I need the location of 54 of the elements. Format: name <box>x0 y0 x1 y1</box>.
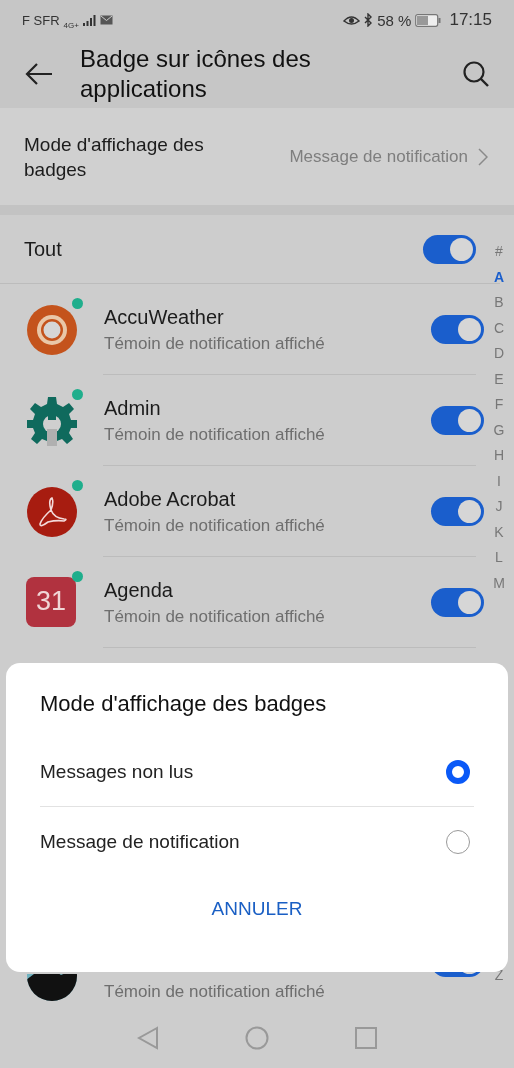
index-letter[interactable]: J <box>495 494 503 520</box>
toggle-switch[interactable] <box>431 315 484 344</box>
app-name: Agenda <box>104 578 174 602</box>
acrobat-icon <box>26 485 78 538</box>
app-subtitle: Témoin de notification affiché <box>104 515 326 536</box>
index-letter[interactable]: F <box>494 392 504 418</box>
app-name: AccuWeather <box>104 305 225 329</box>
display-mode-label: Mode d'affichage des badges <box>24 132 205 182</box>
app-subtitle: Témoin de notification affiché <box>104 606 326 627</box>
index-letter[interactable]: K <box>494 519 504 545</box>
index-letter[interactable]: H <box>493 443 505 469</box>
option-label: Message de notification <box>40 830 240 853</box>
carrier-text: F SFR <box>22 12 60 28</box>
battery-percent: 58 % <box>377 11 412 29</box>
eye-icon <box>343 14 361 26</box>
toggle-switch[interactable] <box>431 406 484 435</box>
calendar-icon: 31 <box>26 576 76 627</box>
display-mode-value: Message de notification <box>288 146 468 167</box>
option-row[interactable]: Message de notification <box>40 806 474 876</box>
index-letter[interactable]: I <box>497 468 501 494</box>
app-name: Adobe Acrobat <box>104 487 237 511</box>
index-letter[interactable]: E <box>494 366 504 392</box>
toggle-switch[interactable] <box>431 588 484 617</box>
index-letter[interactable]: G <box>493 417 505 443</box>
dialog-title: Mode d'affichage des badges <box>40 691 328 717</box>
index-letter[interactable]: # <box>495 239 503 265</box>
cancel-button[interactable]: ANNULER <box>199 890 315 928</box>
battery-icon <box>415 13 442 27</box>
option-label: Messages non lus <box>40 760 194 783</box>
clock-text: 17:15 <box>449 10 492 30</box>
toggle-switch[interactable] <box>423 234 476 264</box>
signal-icon <box>82 14 96 26</box>
mail-icon <box>99 15 113 25</box>
toggle-switch[interactable] <box>431 497 484 526</box>
index-letter[interactable]: A <box>493 264 505 290</box>
index-letter[interactable]: M <box>493 570 505 596</box>
page-title: Badge sur icônes des applications <box>80 44 312 104</box>
index-letter[interactable]: B <box>494 290 504 316</box>
index-letter[interactable]: C <box>493 315 505 341</box>
app-subtitle: Témoin de notification affiché <box>104 424 326 445</box>
chevron-icon <box>478 147 488 166</box>
app-subtitle: Témoin de notification affiché <box>104 333 326 354</box>
option-row[interactable]: Messages non lus <box>40 737 474 806</box>
index-letter[interactable]: D <box>493 341 505 367</box>
all-label: Tout <box>24 237 62 261</box>
search-button[interactable] <box>462 60 490 88</box>
network-text: 4G+ <box>63 20 79 30</box>
radio-button[interactable] <box>446 759 470 784</box>
gear-wrench-icon <box>26 394 78 447</box>
bluetooth-icon <box>364 13 374 27</box>
app-subtitle: Témoin de notification affiché <box>104 982 326 1002</box>
back-button[interactable] <box>24 62 54 86</box>
index-letter[interactable]: L <box>495 545 503 571</box>
app-name: Admin <box>104 396 162 420</box>
